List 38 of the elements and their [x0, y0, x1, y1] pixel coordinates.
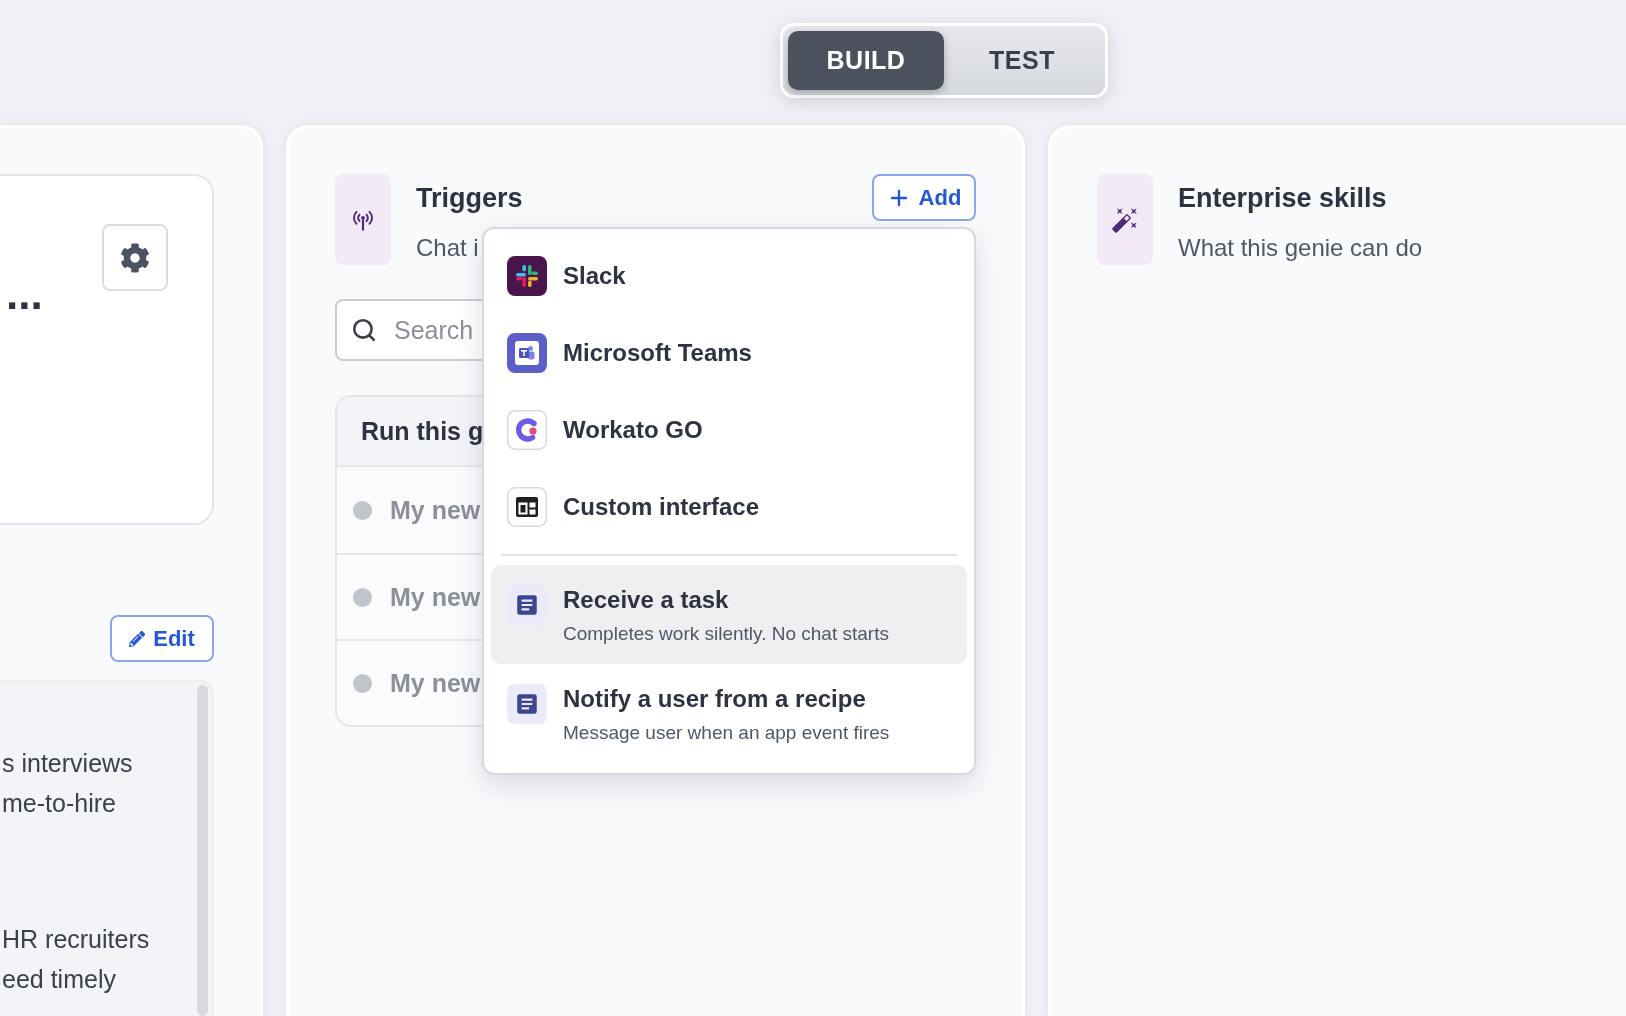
menu-item-description: Completes work silently. No chat starts	[563, 622, 889, 646]
search-icon	[351, 317, 377, 343]
pencil-icon	[129, 630, 146, 647]
edit-button[interactable]: Edit	[110, 615, 214, 662]
menu-item-label: Custom interface	[563, 491, 760, 522]
mode-tab[interactable]: TEST	[944, 31, 1100, 90]
document-icon	[507, 684, 547, 724]
panel-title: Enterprise skills	[1178, 182, 1387, 214]
antenna-icon	[335, 174, 391, 265]
status-dot-icon	[353, 500, 372, 520]
menu-item-label: Notify a user from a recipe	[563, 684, 867, 714]
magic-wand-icon	[1097, 174, 1153, 265]
description-line: eed timely	[2, 964, 117, 995]
agent-title: ...	[6, 272, 43, 316]
scrollbar-thumb[interactable]	[197, 685, 208, 1016]
settings-button[interactable]	[102, 224, 168, 291]
panel-subtitle: What this genie can do	[1178, 233, 1423, 262]
menu-item-label: Slack	[563, 260, 626, 291]
status-dot-icon	[353, 587, 372, 607]
document-icon	[507, 585, 547, 625]
menu-item-description: Message user when an app event fires	[563, 721, 890, 745]
description-line: HR recruiters	[2, 924, 151, 955]
workato-logo-icon	[507, 409, 547, 450]
slack-logo-icon	[507, 255, 547, 296]
settings-icon	[120, 242, 150, 273]
layout-icon	[507, 486, 547, 527]
menu-item[interactable]: Receive a task Completes work silently. No chat starts	[491, 565, 967, 664]
mode-tab[interactable]: BUILD	[788, 31, 944, 90]
status-dot-icon	[353, 673, 372, 693]
teams-logo-icon	[507, 332, 547, 373]
panel-title: Triggers	[416, 182, 523, 214]
menu-item-label: Microsoft Teams	[563, 337, 752, 368]
menu-item-label: Workato GO	[563, 414, 703, 445]
menu-item-label: Receive a task	[563, 585, 730, 615]
panel-subtitle: Chat i	[416, 233, 479, 262]
description-line: s interviews	[2, 748, 134, 779]
add-button[interactable]: Add	[872, 174, 976, 221]
description-line: me-to-hire	[2, 788, 117, 819]
